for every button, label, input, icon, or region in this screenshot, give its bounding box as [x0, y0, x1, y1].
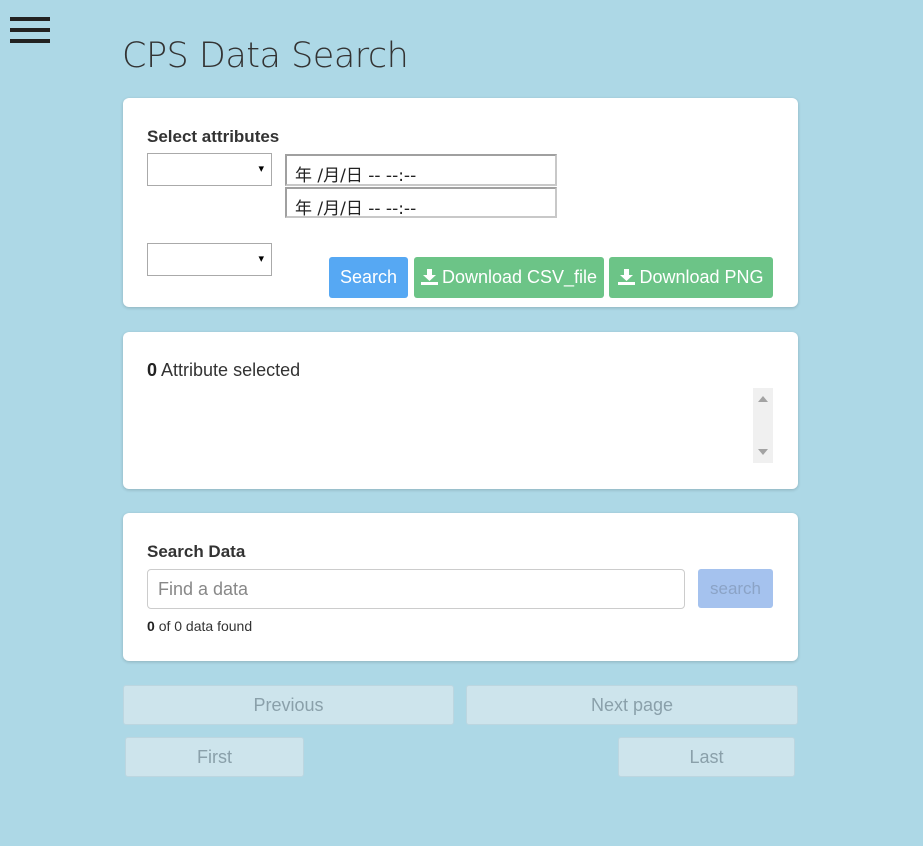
select-attributes-card: Select attributes ▾ 年 /月/日 -- --:-- 年 /月… — [123, 98, 798, 307]
start-datetime-input[interactable]: 年 /月/日 -- --:-- — [285, 154, 557, 186]
download-icon — [420, 269, 438, 285]
download-csv-label: Download CSV_file — [441, 267, 598, 287]
selected-attributes-summary: 0 Attribute selected — [147, 360, 300, 381]
page-title: CPS Data Search — [122, 36, 409, 76]
selected-text: Attribute selected — [161, 360, 301, 380]
end-datetime-input[interactable]: 年 /月/日 -- --:-- — [285, 187, 557, 219]
chevron-down-icon: ▾ — [258, 163, 264, 175]
last-page-button[interactable]: Last — [618, 737, 795, 777]
hamburger-menu-icon[interactable] — [10, 17, 50, 47]
attribute-select-2[interactable]: ▾ — [147, 243, 272, 276]
attribute-select-1[interactable]: ▾ — [147, 153, 272, 186]
select-attributes-heading: Select attributes — [147, 127, 280, 146]
search-data-card: Search Data search 0 of 0 data found — [123, 513, 798, 661]
previous-page-button[interactable]: Previous — [123, 685, 454, 725]
search-button[interactable]: Search — [329, 257, 408, 298]
find-data-search-button[interactable]: search — [698, 569, 773, 608]
results-count: 0 of 0 data found — [147, 618, 252, 634]
selected-count: 0 — [147, 360, 158, 380]
menu-bar — [10, 28, 50, 32]
found-text: of 0 data found — [158, 618, 253, 634]
first-page-button[interactable]: First — [125, 737, 304, 777]
download-icon — [618, 269, 636, 285]
find-data-input[interactable] — [147, 569, 685, 609]
chevron-down-icon: ▾ — [258, 253, 264, 265]
download-csv-button[interactable]: Download CSV_file — [414, 257, 604, 298]
download-png-button[interactable]: Download PNG — [609, 257, 773, 298]
download-png-label: Download PNG — [639, 267, 764, 287]
scroll-up-icon[interactable] — [758, 396, 768, 402]
search-data-heading: Search Data — [147, 542, 246, 561]
selected-list-scrollbar[interactable] — [753, 388, 773, 463]
next-page-button[interactable]: Next page — [466, 685, 798, 725]
found-count: 0 — [147, 618, 155, 634]
scroll-down-icon[interactable] — [758, 449, 768, 455]
menu-bar — [10, 39, 50, 43]
menu-bar — [10, 17, 50, 21]
selected-attributes-card: 0 Attribute selected — [123, 332, 798, 489]
